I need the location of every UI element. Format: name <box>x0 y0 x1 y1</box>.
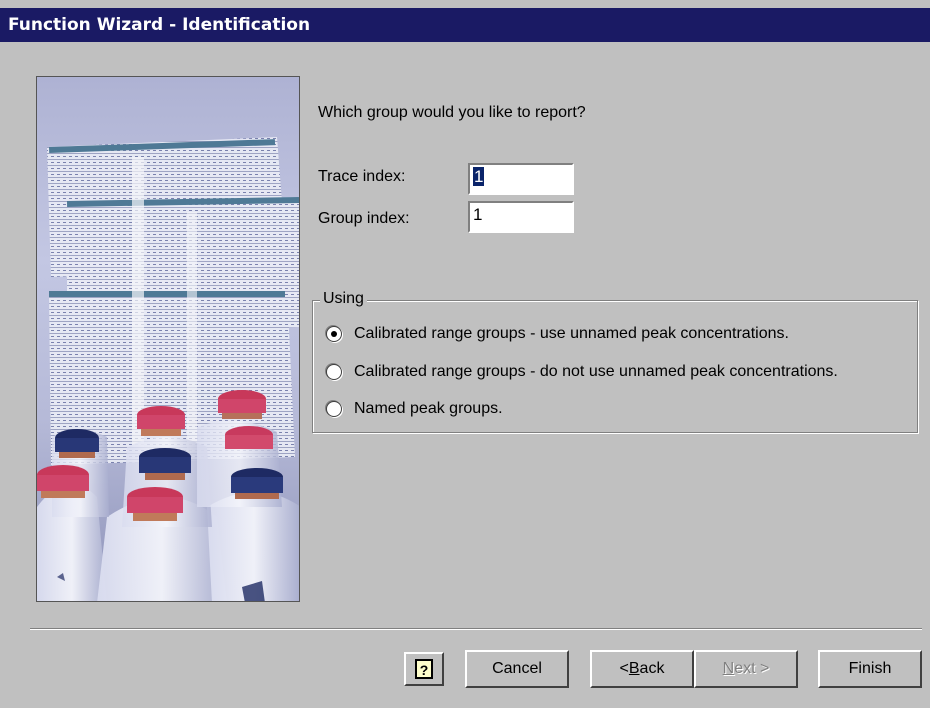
radio-do-not-use-unnamed[interactable]: Calibrated range groups - do not use unn… <box>326 361 838 383</box>
cancel-label: Cancel <box>492 660 542 677</box>
radio-use-unnamed[interactable]: Calibrated range groups - use unnamed pe… <box>326 323 789 345</box>
radio-named-peak-label: Named peak groups. <box>354 400 503 417</box>
radio-named-peak[interactable]: Named peak groups. <box>326 398 503 420</box>
back-hotkey: B <box>628 660 640 677</box>
radio-use-unnamed-label: Calibrated range groups - use unnamed pe… <box>354 325 789 342</box>
radio-unchecked-icon[interactable] <box>326 401 342 417</box>
next-label-rest: ext > <box>734 660 770 677</box>
button-separator <box>30 628 922 630</box>
help-button[interactable]: ? <box>404 652 444 686</box>
finish-label: Finish <box>848 660 892 677</box>
title-bar: Function Wizard - Identification <box>0 8 930 42</box>
group-index-label: Group index: <box>318 210 410 227</box>
group-index-field[interactable]: 1 <box>468 201 574 233</box>
back-button[interactable]: < Back <box>590 650 694 688</box>
spreadsheet-vials-image <box>37 137 299 601</box>
cancel-button[interactable]: Cancel <box>465 650 569 688</box>
wizard-window: Function Wizard - Identification Which g… <box>0 0 930 708</box>
radio-do-not-use-unnamed-label: Calibrated range groups - do not use unn… <box>354 363 838 380</box>
back-label-rest: ack <box>639 660 665 677</box>
back-prefix: < <box>619 660 629 677</box>
radio-checked-icon[interactable] <box>326 326 342 342</box>
group-prompt: Which group would you like to report? <box>318 104 586 121</box>
group-index-value: 1 <box>473 205 483 224</box>
trace-index-field[interactable]: 1 <box>468 163 574 195</box>
trace-index-value: 1 <box>473 167 485 186</box>
radio-unchecked-icon[interactable] <box>326 364 342 380</box>
next-button[interactable]: Next > <box>694 650 798 688</box>
trace-index-label: Trace index: <box>318 168 406 185</box>
using-legend: Using <box>320 290 367 308</box>
wizard-illustration <box>36 76 300 602</box>
finish-button[interactable]: Finish <box>818 650 922 688</box>
help-icon: ? <box>415 659 433 679</box>
next-hotkey: N <box>722 660 735 677</box>
